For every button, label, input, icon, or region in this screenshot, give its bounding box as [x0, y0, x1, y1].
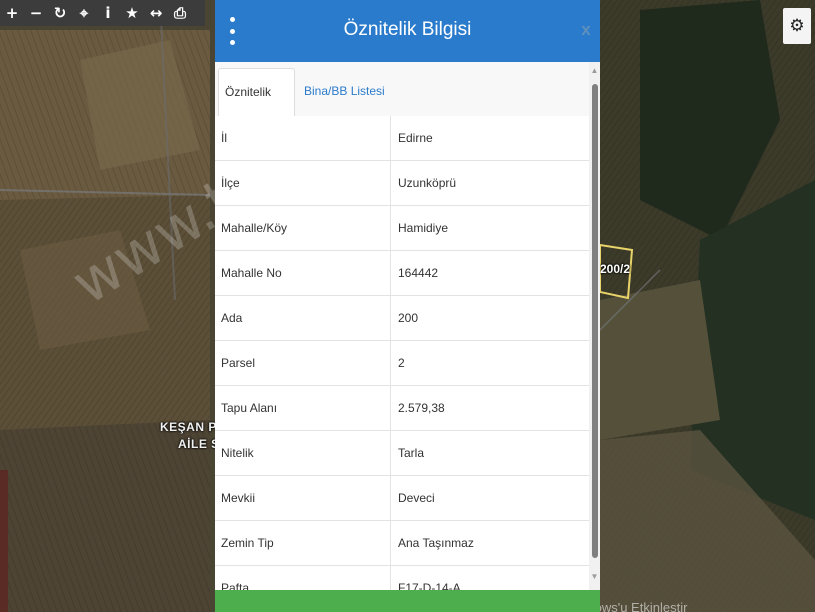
column-divider: [390, 341, 391, 385]
dialog-header: Öznitelik Bilgisi x: [215, 0, 600, 62]
table-row: İl Edirne: [215, 116, 589, 161]
attribute-value: F17-D-14-A: [398, 581, 461, 590]
attribute-table: İl Edirne İlçe Uzunköprü Mahalle/Köy Hamidiye…: [215, 116, 589, 590]
gear-icon: ⚙: [789, 16, 805, 36]
column-divider: [390, 206, 391, 250]
scroll-thumb[interactable]: [592, 84, 598, 558]
column-divider: [390, 251, 391, 295]
measure-icon[interactable]: ↔: [144, 0, 168, 26]
zoom-out-icon[interactable]: −: [24, 0, 48, 26]
settings-button[interactable]: ⚙: [783, 8, 811, 44]
attribute-value: 200: [398, 311, 419, 325]
table-row: Zemin Tip Ana Taşınmaz: [215, 521, 589, 566]
column-divider: [390, 566, 391, 590]
attribute-value: Tarla: [398, 446, 425, 460]
attribute-key: İlçe: [221, 176, 240, 190]
table-row: Parsel 2: [215, 341, 589, 386]
attribute-key: Zemin Tip: [221, 536, 274, 550]
tab-attribute-info[interactable]: Öznitelik Bilgisi: [218, 68, 295, 145]
dialog-title: Öznitelik Bilgisi: [343, 19, 472, 40]
attribute-key: Tapu Alanı: [221, 401, 278, 415]
table-row: Ada 200: [215, 296, 589, 341]
column-divider: [390, 476, 391, 520]
table-row: Nitelik Tarla: [215, 431, 589, 476]
attribute-value: Uzunköprü: [398, 176, 457, 190]
locate-icon[interactable]: ⌖: [72, 0, 96, 26]
attribute-info-dialog: Öznitelik Bilgisi x Öznitelik Bilgisi Bi…: [215, 0, 600, 612]
attribute-key: Mahalle No: [221, 266, 282, 280]
scroll-down-icon[interactable]: ▼: [589, 570, 600, 584]
attribute-key: Parsel: [221, 356, 256, 370]
table-row: Pafta F17-D-14-A: [215, 566, 589, 590]
table-row: İlçe Uzunköprü: [215, 161, 589, 206]
dialog-body: Öznitelik Bilgisi Bina/BB Listesi İl Edir…: [215, 62, 600, 590]
tab-building-list[interactable]: Bina/BB Listesi: [298, 68, 391, 116]
attribute-key: Mahalle/Köy: [221, 221, 288, 235]
table-row: Mahalle No 164442: [215, 251, 589, 296]
column-divider: [390, 386, 391, 430]
map-toolbar: + − ↻ ⌖ i ★ ↔ ⎙: [0, 0, 205, 26]
attribute-key: Nitelik: [221, 446, 254, 460]
star-icon[interactable]: ★: [120, 0, 144, 26]
attribute-key: İl: [221, 131, 227, 145]
attribute-key: Mevkii: [221, 491, 256, 505]
attribute-value: 2.579,38: [398, 401, 445, 415]
attribute-value: 2: [398, 356, 405, 370]
attribute-value: Edirne: [398, 131, 433, 145]
refresh-icon[interactable]: ↻: [48, 0, 72, 26]
close-button[interactable]: x: [577, 18, 595, 42]
parcel-number-label: 200/2: [600, 262, 631, 276]
table-row: Mevkii Deveci: [215, 476, 589, 521]
attribute-key: Ada: [221, 311, 243, 325]
attribute-value: Hamidiye: [398, 221, 449, 235]
attribute-value: Deveci: [398, 491, 435, 505]
attribute-key: Pafta: [221, 581, 250, 590]
column-divider: [390, 521, 391, 565]
tab-bar: Öznitelik Bilgisi Bina/BB Listesi: [218, 68, 588, 145]
dialog-footer: [215, 590, 600, 612]
column-divider: [390, 161, 391, 205]
table-row: Tapu Alanı 2.579,38: [215, 386, 589, 431]
table-row: Mahalle/Köy Hamidiye: [215, 206, 589, 251]
scroll-up-icon[interactable]: ▲: [589, 64, 600, 78]
column-divider: [390, 296, 391, 340]
zoom-in-icon[interactable]: +: [0, 0, 24, 26]
print-icon[interactable]: ⎙: [168, 0, 192, 26]
column-divider: [390, 431, 391, 475]
attribute-value: 164442: [398, 266, 439, 280]
column-divider: [390, 116, 391, 160]
info-icon[interactable]: i: [96, 0, 120, 26]
attribute-value: Ana Taşınmaz: [398, 536, 474, 550]
dialog-scrollbar[interactable]: ▲ ▼: [589, 62, 600, 590]
kebab-menu-icon[interactable]: [227, 17, 237, 45]
map-place-label-2: AİLE S: [178, 437, 220, 451]
